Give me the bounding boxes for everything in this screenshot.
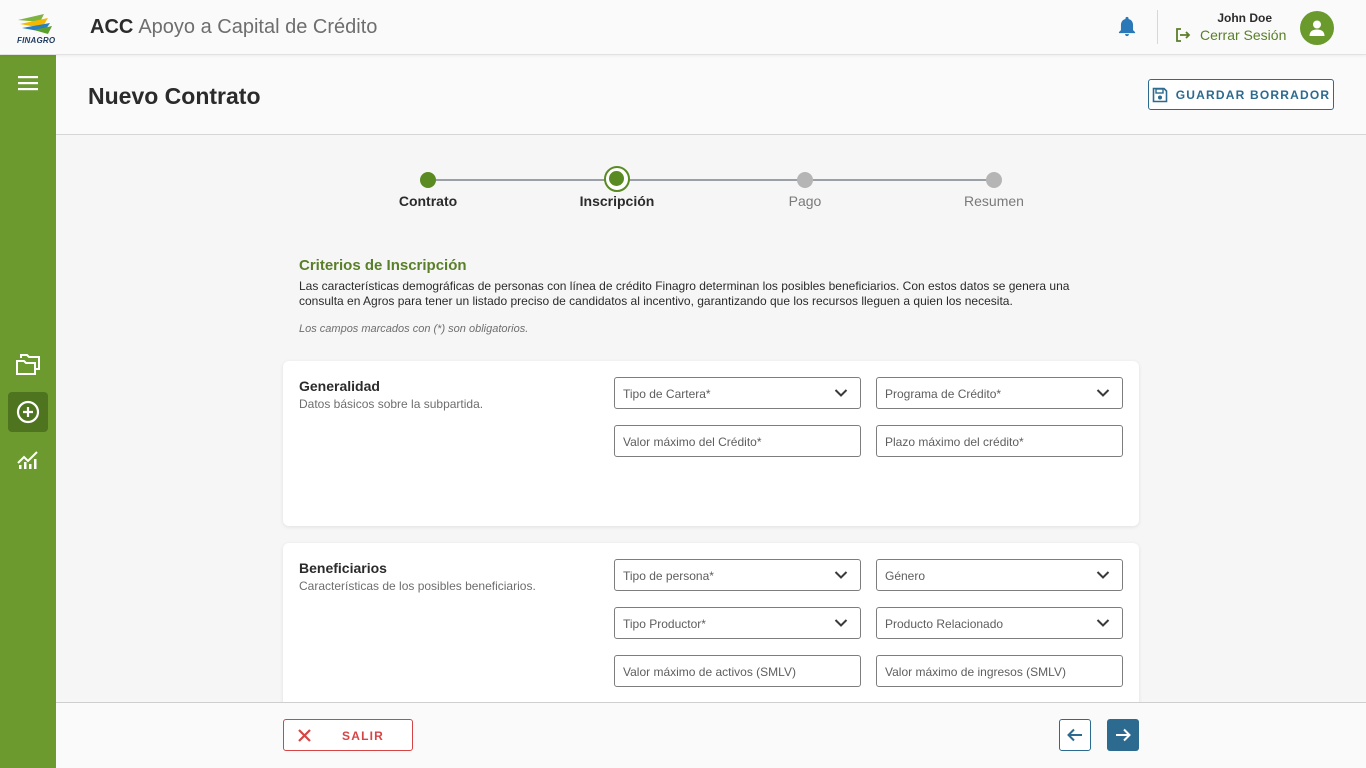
chevron-down-icon xyxy=(834,571,848,579)
sidebar-item-reports[interactable] xyxy=(8,440,48,480)
user-name: John Doe xyxy=(1217,11,1272,25)
chevron-down-icon xyxy=(1096,389,1110,397)
producto-relacionado-select[interactable]: Producto Relacionado xyxy=(876,607,1123,639)
card-title: Beneficiarios xyxy=(299,560,387,576)
field-placeholder: Programa de Crédito* xyxy=(885,387,1002,401)
avatar[interactable] xyxy=(1300,11,1334,45)
valor-maximo-credito-input[interactable]: Valor máximo del Crédito* xyxy=(614,425,861,457)
programa-credito-select[interactable]: Programa de Crédito* xyxy=(876,377,1123,409)
field-placeholder: Tipo de persona* xyxy=(623,569,714,583)
sidebar-item-contracts[interactable] xyxy=(8,344,48,384)
step-label-contrato: Contrato xyxy=(398,193,458,209)
chevron-down-icon xyxy=(834,619,848,627)
step-dot-inscripcion[interactable] xyxy=(604,166,630,192)
step-label-pago: Pago xyxy=(788,193,822,209)
page-title: Nuevo Contrato xyxy=(88,83,261,109)
arrow-right-icon xyxy=(1116,728,1131,742)
card-subtitle: Datos básicos sobre la subpartida. xyxy=(299,397,484,411)
exit-button[interactable]: SALIR xyxy=(283,719,413,751)
exit-label: SALIR xyxy=(342,729,384,743)
card-title: Generalidad xyxy=(299,378,380,394)
folders-icon xyxy=(16,354,40,375)
section-heading: Criterios de Inscripción xyxy=(299,257,467,274)
app-code: ACC xyxy=(90,16,134,38)
chevron-down-icon xyxy=(1096,619,1110,627)
logo-text: FINAGRO xyxy=(17,36,56,45)
logout-link[interactable]: Cerrar Sesión xyxy=(1175,27,1286,43)
field-placeholder: Valor máximo de activos (SMLV) xyxy=(623,665,796,679)
required-fields-note: Los campos marcados con (*) son obligato… xyxy=(299,323,529,335)
app-title: ACC Apoyo a Capital de Crédito xyxy=(90,16,377,39)
app-name: Apoyo a Capital de Crédito xyxy=(138,16,378,38)
logout-icon xyxy=(1176,28,1191,42)
step-dot-inner xyxy=(609,171,624,186)
header-divider xyxy=(1157,10,1158,44)
step-connector xyxy=(625,179,805,181)
arrow-left-icon xyxy=(1067,728,1082,742)
close-icon xyxy=(298,729,311,742)
page-header: Nuevo Contrato GUARDAR BORRADOR xyxy=(56,55,1366,135)
tipo-productor-select[interactable]: Tipo Productor* xyxy=(614,607,861,639)
sidebar xyxy=(0,55,56,768)
sidebar-menu-button[interactable] xyxy=(8,63,48,103)
step-dot-resumen xyxy=(986,172,1002,188)
progress-stepper: Contrato Inscripción Pago Resumen xyxy=(56,135,1366,215)
sidebar-item-new-contract[interactable] xyxy=(8,392,48,432)
previous-step-button[interactable] xyxy=(1059,719,1091,751)
field-placeholder: Plazo máximo del crédito* xyxy=(885,435,1024,449)
save-draft-button[interactable]: GUARDAR BORRADOR xyxy=(1148,79,1334,110)
card-beneficiarios: Beneficiarios Características de los pos… xyxy=(283,543,1139,718)
menu-icon xyxy=(18,76,38,91)
top-header: FINAGRO ACC Apoyo a Capital de Crédito Jo… xyxy=(0,0,1366,55)
field-placeholder: Producto Relacionado xyxy=(885,617,1004,631)
field-placeholder: Tipo Productor* xyxy=(623,617,706,631)
chevron-down-icon xyxy=(834,389,848,397)
field-placeholder: Tipo de Cartera* xyxy=(623,387,711,401)
valor-maximo-ingresos-input[interactable]: Valor máximo de ingresos (SMLV) xyxy=(876,655,1123,687)
step-label-inscripcion: Inscripción xyxy=(579,193,655,209)
footer-bar: SALIR xyxy=(56,702,1366,768)
card-generalidad: Generalidad Datos básicos sobre la subpa… xyxy=(283,361,1139,526)
step-dot-pago xyxy=(797,172,813,188)
field-placeholder: Valor máximo de ingresos (SMLV) xyxy=(885,665,1066,679)
card-subtitle: Características de los posibles benefici… xyxy=(299,579,536,593)
step-dot-contrato[interactable] xyxy=(420,172,436,188)
tipo-persona-select[interactable]: Tipo de persona* xyxy=(614,559,861,591)
field-placeholder: Género xyxy=(885,569,926,583)
genero-select[interactable]: Género xyxy=(876,559,1123,591)
tipo-cartera-select[interactable]: Tipo de Cartera* xyxy=(614,377,861,409)
field-placeholder: Valor máximo del Crédito* xyxy=(623,435,762,449)
logout-label: Cerrar Sesión xyxy=(1200,27,1287,43)
save-icon xyxy=(1152,87,1168,102)
notification-bell-icon[interactable] xyxy=(1116,16,1138,38)
chevron-down-icon xyxy=(1096,571,1110,579)
save-draft-label: GUARDAR BORRADOR xyxy=(1175,87,1331,102)
user-icon xyxy=(1309,20,1325,36)
valor-maximo-activos-input[interactable]: Valor máximo de activos (SMLV) xyxy=(614,655,861,687)
plazo-maximo-credito-input[interactable]: Plazo máximo del crédito* xyxy=(876,425,1123,457)
step-label-resumen: Resumen xyxy=(964,193,1024,209)
step-connector xyxy=(436,179,616,181)
step-connector xyxy=(813,179,993,181)
add-circle-icon xyxy=(16,400,40,424)
section-description: Las características demográficas de pers… xyxy=(299,279,1070,308)
chart-icon xyxy=(17,451,38,469)
next-step-button[interactable] xyxy=(1107,719,1139,751)
